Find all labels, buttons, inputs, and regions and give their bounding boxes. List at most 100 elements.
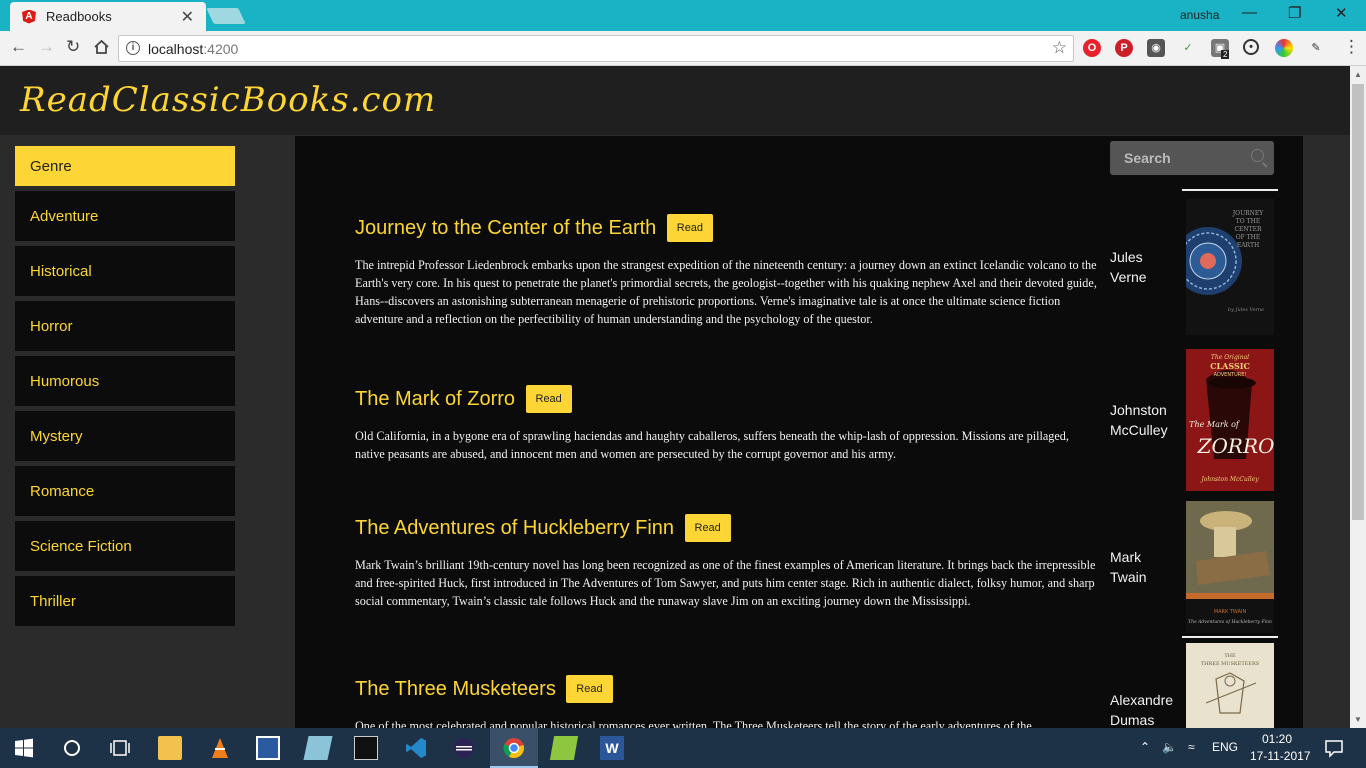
- chrome-icon[interactable]: [502, 736, 526, 760]
- color-picker-extension-icon[interactable]: [1275, 39, 1293, 57]
- clock-time[interactable]: 01:20: [1262, 732, 1292, 746]
- book-title[interactable]: The Three Musketeers: [355, 678, 556, 701]
- tab-close-icon[interactable]: ✕: [181, 7, 194, 27]
- svg-text:MARK TWAIN: MARK TWAIN: [1214, 609, 1247, 615]
- svg-text:OF THE: OF THE: [1236, 234, 1261, 241]
- search-input[interactable]: [1110, 141, 1274, 175]
- vscode-icon[interactable]: [404, 736, 428, 760]
- sidebar-item-romance[interactable]: Romance: [15, 466, 235, 516]
- sidebar-item-thriller[interactable]: Thriller: [15, 576, 235, 626]
- maximize-button[interactable]: ❐: [1288, 4, 1301, 22]
- site-logo[interactable]: ReadClassicBooks.com: [20, 80, 436, 120]
- book-cover[interactable]: MARK TWAIN The Adventures of Huckleberry…: [1182, 501, 1278, 638]
- read-button[interactable]: Read: [684, 514, 731, 542]
- notes-icon[interactable]: [303, 736, 333, 760]
- book-item: The Adventures of Huckleberry Finn Read …: [355, 514, 1100, 610]
- volume-icon[interactable]: 🔈: [1162, 740, 1177, 754]
- search-icon[interactable]: [1251, 149, 1264, 162]
- extension-badge: 2: [1221, 50, 1230, 59]
- svg-text:The Original: The Original: [1211, 354, 1249, 361]
- zorro-cover-image: The Original CLASSIC ADVENTURE! The Mark…: [1186, 349, 1274, 491]
- browser-toolbar: ← → ↻ i localhost:4200 ☆ O P ◉ ✓ ▣ 2 • ✎…: [0, 31, 1366, 66]
- browser-tab[interactable]: A Readbooks ✕: [10, 2, 206, 31]
- book-item: The Mark of Zorro Read Old California, i…: [355, 385, 1100, 463]
- scroll-up-icon[interactable]: ▲: [1354, 70, 1362, 79]
- wifi-icon[interactable]: ≈: [1188, 740, 1195, 754]
- back-icon[interactable]: ←: [10, 37, 27, 57]
- close-window-button[interactable]: ✕: [1335, 4, 1348, 22]
- svg-text:JOURNEY: JOURNEY: [1232, 210, 1265, 217]
- grammar-extension-icon[interactable]: ✓: [1179, 39, 1197, 57]
- windows-taskbar: W ⌃ 🔈 ≈ ENG 01:20 17-11-2017: [0, 728, 1366, 768]
- read-button[interactable]: Read: [525, 385, 572, 413]
- page-body: Genre Adventure Historical Horror Humoro…: [0, 136, 1350, 728]
- angular-icon: A: [22, 9, 36, 24]
- address-bar[interactable]: i localhost:4200 ☆: [118, 35, 1074, 62]
- sidebar-item-genre[interactable]: Genre: [15, 146, 235, 186]
- reload-icon[interactable]: ↻: [66, 37, 80, 57]
- svg-text:by Jules Verne: by Jules Verne: [1228, 307, 1264, 313]
- sidebar-item-historical[interactable]: Historical: [15, 246, 235, 296]
- sidebar-item-adventure[interactable]: Adventure: [15, 191, 235, 241]
- language-indicator[interactable]: ENG: [1212, 740, 1238, 754]
- record-extension-icon[interactable]: •: [1243, 39, 1259, 55]
- notification-icon[interactable]: [1322, 736, 1346, 760]
- menu-icon[interactable]: ⋮: [1343, 37, 1360, 57]
- tray-chevron-icon[interactable]: ⌃: [1140, 740, 1150, 754]
- search-box[interactable]: [1110, 141, 1274, 175]
- sidebar-item-humorous[interactable]: Humorous: [15, 356, 235, 406]
- book-cover[interactable]: The Original CLASSIC ADVENTURE! The Mark…: [1186, 349, 1274, 496]
- task-view-icon[interactable]: [108, 736, 132, 760]
- scroll-down-icon[interactable]: ▼: [1354, 715, 1362, 724]
- svg-text:THREE MUSKETEERS: THREE MUSKETEERS: [1201, 661, 1260, 667]
- book-title[interactable]: Journey to the Center of the Earth: [355, 217, 656, 240]
- sidebar-item-science-fiction[interactable]: Science Fiction: [15, 521, 235, 571]
- image-viewer-icon[interactable]: [549, 736, 579, 760]
- cortana-search-icon[interactable]: [60, 736, 84, 760]
- browser-title-bar: A Readbooks ✕ anusha — ❐ ✕: [0, 0, 1366, 31]
- app-window-icon[interactable]: [256, 736, 280, 760]
- site-header: ReadClassicBooks.com: [0, 66, 1350, 136]
- svg-text:ZORRO: ZORRO: [1197, 434, 1274, 458]
- svg-text:CLASSIC: CLASSIC: [1210, 361, 1250, 371]
- vlc-icon[interactable]: [208, 736, 232, 760]
- book-title[interactable]: The Adventures of Huckleberry Finn: [355, 517, 674, 540]
- profile-name[interactable]: anusha: [1180, 8, 1219, 22]
- sidebar-item-mystery[interactable]: Mystery: [15, 411, 235, 461]
- pinterest-extension-icon[interactable]: P: [1115, 39, 1133, 57]
- home-icon[interactable]: [93, 39, 110, 55]
- book-item: The Three Musketeers Read One of the mos…: [355, 675, 1100, 728]
- genre-sidebar: Genre Adventure Historical Horror Humoro…: [0, 136, 250, 728]
- book-description: Mark Twain’s brilliant 19th-century nove…: [355, 558, 1096, 608]
- read-button[interactable]: Read: [566, 675, 613, 703]
- file-explorer-icon[interactable]: [158, 736, 182, 760]
- bookmark-star-icon[interactable]: ☆: [1052, 38, 1067, 58]
- forward-icon[interactable]: →: [38, 37, 55, 57]
- svg-text:The Mark of: The Mark of: [1189, 420, 1241, 429]
- opera-extension-icon[interactable]: O: [1083, 39, 1101, 57]
- vpn-extension-icon[interactable]: ◉: [1147, 39, 1165, 57]
- word-icon[interactable]: W: [600, 736, 624, 760]
- site-info-icon[interactable]: i: [126, 41, 140, 55]
- book-list: Journey to the Center of the Earth Read …: [295, 136, 1303, 728]
- new-tab-button[interactable]: [206, 8, 246, 24]
- svg-text:CENTER: CENTER: [1234, 226, 1262, 233]
- read-button[interactable]: Read: [666, 214, 714, 242]
- minimize-button[interactable]: —: [1242, 4, 1257, 21]
- svg-text:EARTH: EARTH: [1237, 242, 1259, 249]
- scrollbar-thumb[interactable]: [1352, 84, 1364, 520]
- svg-text:Johnston McCulley: Johnston McCulley: [1199, 476, 1259, 483]
- pen-extension-icon[interactable]: ✎: [1307, 39, 1325, 57]
- book-cover[interactable]: THE THREE MUSKETEERS: [1186, 643, 1274, 728]
- clock-date[interactable]: 17-11-2017: [1250, 749, 1311, 763]
- windows-start-icon[interactable]: [12, 736, 36, 760]
- svg-text:THE: THE: [1224, 653, 1236, 659]
- terminal-icon[interactable]: [354, 736, 378, 760]
- page-scrollbar[interactable]: ▲ ▼: [1350, 66, 1366, 728]
- sidebar-item-horror[interactable]: Horror: [15, 301, 235, 351]
- eclipse-icon[interactable]: [452, 736, 476, 760]
- url-text[interactable]: localhost:4200: [148, 41, 238, 57]
- book-description: The intrepid Professor Liedenbrock embar…: [355, 258, 1097, 326]
- book-title[interactable]: The Mark of Zorro: [355, 388, 515, 411]
- book-author: Johnston McCulley: [1110, 402, 1168, 438]
